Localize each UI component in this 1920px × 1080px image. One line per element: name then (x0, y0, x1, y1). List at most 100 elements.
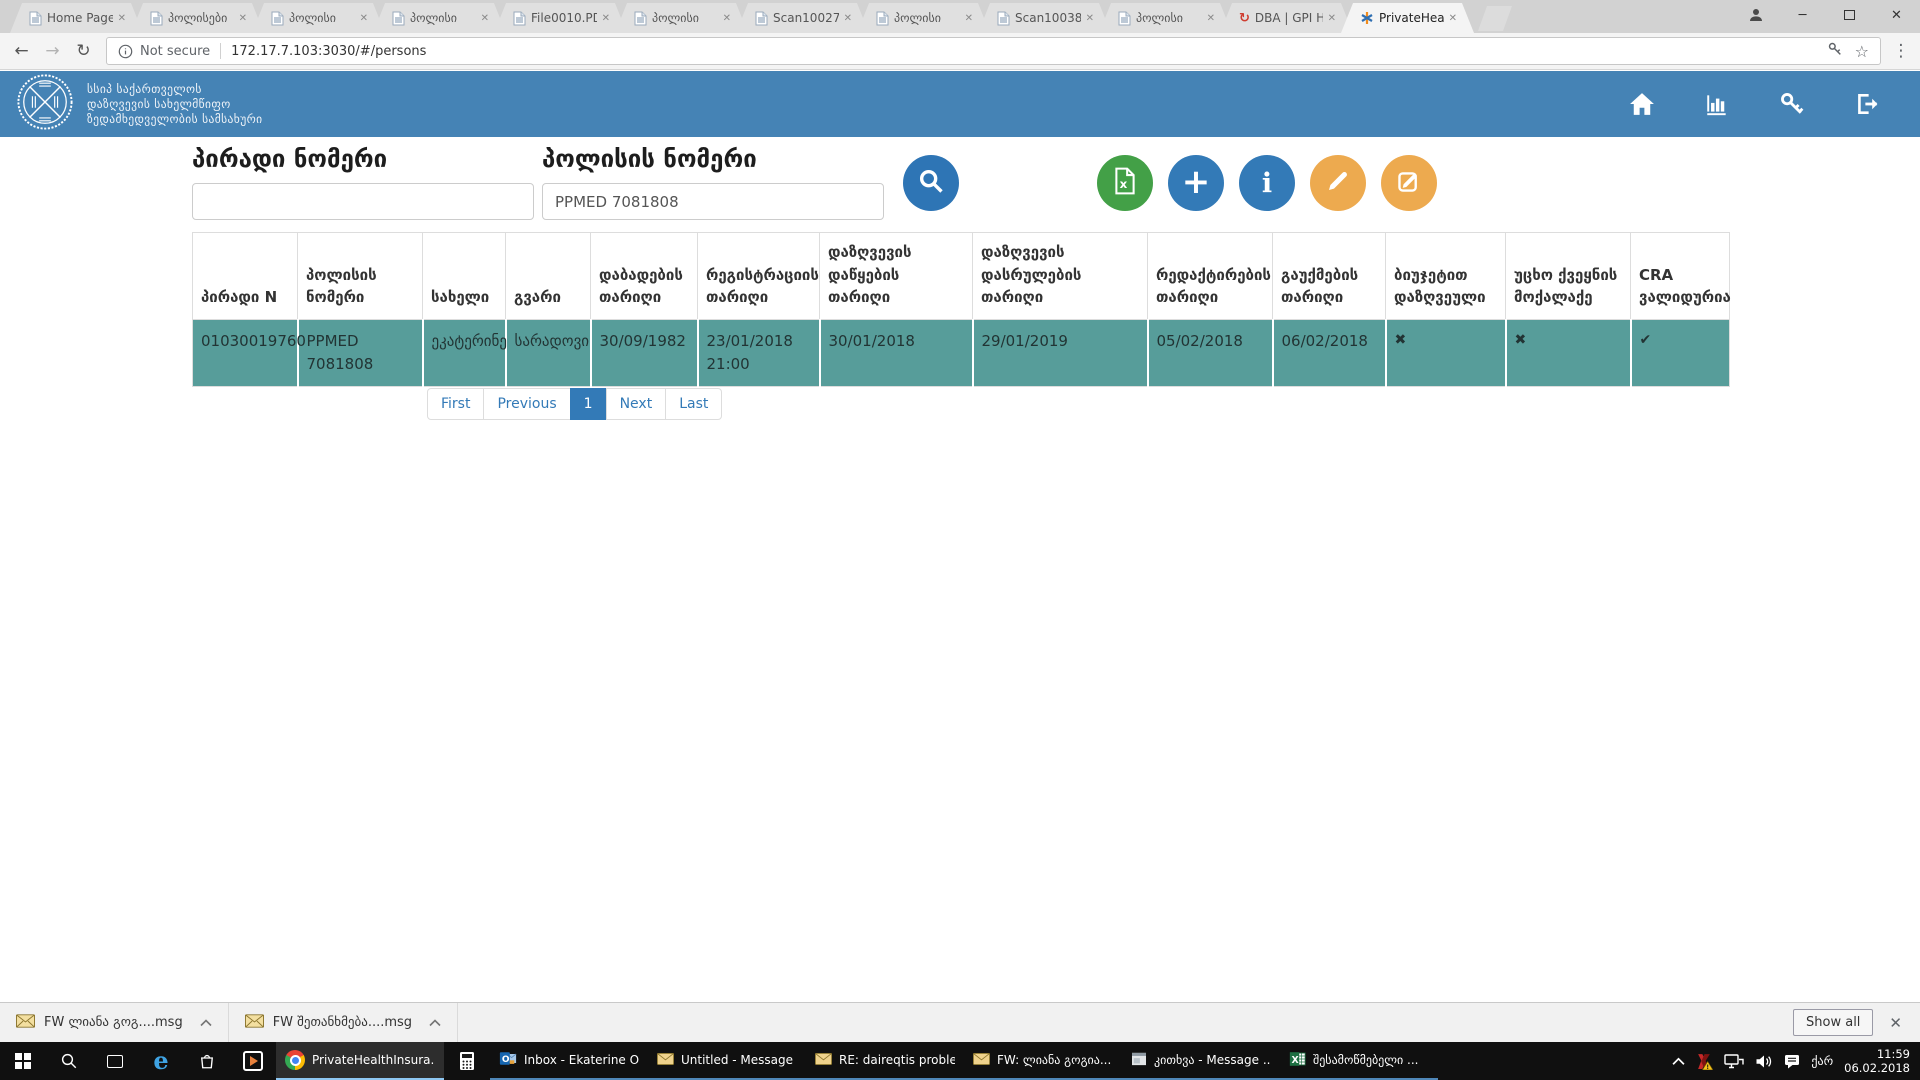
browser-tab[interactable]: ↻ DBA | GPI Hold ✕ (1220, 3, 1353, 33)
back-button[interactable]: ← (6, 41, 37, 61)
personal-number-input[interactable] (192, 183, 534, 220)
tab-close-icon[interactable]: ✕ (481, 13, 489, 24)
home-icon[interactable] (1629, 92, 1655, 116)
table-header-cell: დაზღვევის დაწყების თარიღი (820, 233, 973, 320)
tab-close-icon[interactable]: ✕ (360, 13, 368, 24)
message-taskbar-button[interactable]: RE: daireqtis proble... (806, 1042, 964, 1080)
taskbar-app-label: PrivateHealthInsura... (312, 1053, 435, 1067)
edge-button[interactable]: e (138, 1042, 184, 1080)
sign-out-icon[interactable] (1854, 91, 1880, 117)
browser-tab[interactable]: პოლისი ✕ (615, 3, 748, 33)
browser-tab[interactable]: პოლისები ✕ (131, 3, 264, 33)
browser-tab[interactable]: Home Page ✕ (10, 3, 143, 33)
taskbar-search-button[interactable] (46, 1042, 92, 1080)
header-key-icon[interactable] (1779, 91, 1805, 117)
tab-close-icon[interactable]: ✕ (723, 13, 731, 24)
download-item[interactable]: FW შეთანხმება....msg (229, 1003, 457, 1042)
forward-button[interactable]: → (37, 41, 68, 61)
clock[interactable]: 11:59 06.02.2018 (1844, 1047, 1910, 1075)
tab-title: პოლისი (410, 11, 476, 25)
store-button[interactable] (184, 1042, 230, 1080)
volume-tray-icon[interactable] (1755, 1054, 1773, 1069)
message-taskbar-button[interactable]: Untitled - Message ... (648, 1042, 806, 1080)
maximize-button[interactable] (1826, 0, 1873, 30)
movies-tv-button[interactable] (230, 1042, 276, 1080)
info-button[interactable]: i (1239, 155, 1295, 211)
downloads-close-icon[interactable]: ✕ (1889, 1014, 1902, 1032)
profile-icon[interactable] (1732, 0, 1779, 30)
edit-button[interactable] (1310, 155, 1366, 211)
bar-chart-icon[interactable] (1704, 91, 1730, 117)
tray-expand-icon[interactable] (1672, 1057, 1685, 1066)
browser-tab[interactable]: პოლისი ✕ (252, 3, 385, 33)
export-excel-button[interactable]: x (1097, 155, 1153, 211)
policy-number-input[interactable] (542, 183, 884, 220)
message-taskbar-button[interactable]: FW: ლიანა გოგია... (964, 1042, 1122, 1080)
browser-tab[interactable]: პოლისი ✕ (1099, 3, 1232, 33)
browser-menu-icon[interactable]: ⋮ (1888, 41, 1914, 61)
add-button[interactable]: + (1168, 155, 1224, 211)
excel-taskbar-button[interactable]: X შესამოწმებელი ... (1280, 1042, 1438, 1080)
show-all-button[interactable]: Show all (1793, 1009, 1873, 1036)
browser-tab-active[interactable]: PrivateHealthI ✕ (1341, 3, 1474, 33)
browser-tab[interactable]: პოლისი ✕ (857, 3, 990, 33)
bookmark-star-icon[interactable]: ☆ (1855, 42, 1869, 61)
download-item[interactable]: FW ლიანა გოგ....msg (0, 1003, 228, 1042)
browser-tab[interactable]: Scan10038.JPG ✕ (978, 3, 1111, 33)
address-bar[interactable]: Not secure 172.17.7.103:3030/#/persons ☆ (106, 37, 1881, 65)
message-taskbar-button[interactable]: კითხვა - Message ... (1122, 1042, 1280, 1080)
taskbar: e PrivateHealthInsura... O Inbox - Ekate… (0, 1042, 1920, 1080)
table-header-cell: დაზღვევის დასრულების თარიღი (973, 233, 1148, 320)
page-favicon-icon (1118, 11, 1131, 26)
windows-icon (15, 1053, 31, 1069)
start-button[interactable] (0, 1042, 46, 1080)
tab-close-icon[interactable]: ✕ (844, 13, 852, 24)
tab-close-icon[interactable]: ✕ (239, 13, 247, 24)
language-indicator[interactable]: ქარ (1811, 1054, 1833, 1068)
envelope-icon (245, 1014, 264, 1032)
refresh-button[interactable]: ↻ (68, 41, 99, 61)
system-tray: ! ქარ 11:59 06.02.2018 (1672, 1042, 1920, 1080)
tab-close-icon[interactable]: ✕ (118, 13, 126, 24)
network-tray-icon[interactable] (1724, 1054, 1744, 1069)
outlook-taskbar-button[interactable]: O Inbox - Ekaterine O... (490, 1042, 648, 1080)
minimize-button[interactable]: ─ (1779, 0, 1826, 30)
chevron-up-icon[interactable] (429, 1019, 441, 1027)
browser-tab[interactable]: პოლისი ✕ (373, 3, 506, 33)
chat-tray-icon[interactable] (1784, 1054, 1800, 1069)
page-number-button[interactable]: 1 (570, 388, 607, 420)
taskbar-app-label: RE: daireqtis proble... (839, 1053, 955, 1067)
task-view-button[interactable] (92, 1042, 138, 1080)
browser-tab[interactable]: Scan10027.JPG ✕ (736, 3, 869, 33)
table-row[interactable]: 01030019760 PPMED 7081808 ეკატერინე სარა… (193, 319, 1730, 387)
password-key-icon[interactable] (1827, 41, 1843, 61)
new-tab-button[interactable] (1478, 6, 1512, 31)
taskbar-app-label: შესამოწმებელი ... (1313, 1053, 1429, 1067)
tab-close-icon[interactable]: ✕ (1086, 13, 1094, 24)
window-icon (1131, 1052, 1147, 1069)
antivirus-tray-icon[interactable]: ! (1696, 1053, 1713, 1070)
tab-close-icon[interactable]: ✕ (1449, 13, 1457, 24)
info-icon[interactable] (118, 44, 133, 59)
tab-close-icon[interactable]: ✕ (1207, 13, 1215, 24)
chrome-taskbar-button[interactable]: PrivateHealthInsura... (276, 1042, 444, 1080)
omnibox-divider (220, 43, 221, 59)
search-button[interactable] (903, 155, 959, 211)
calculator-button[interactable] (444, 1042, 490, 1080)
tab-close-icon[interactable]: ✕ (1328, 13, 1336, 24)
page-next-button[interactable]: Next (606, 388, 667, 420)
chevron-up-icon[interactable] (200, 1019, 212, 1027)
search-icon (917, 167, 945, 199)
taskbar-app-label: FW: ლიანა გოგია... (997, 1053, 1113, 1067)
page-previous-button[interactable]: Previous (483, 388, 570, 420)
tab-close-icon[interactable]: ✕ (965, 13, 973, 24)
register-edit-button[interactable] (1381, 155, 1437, 211)
download-file-name: FW ლიანა გოგ....msg (44, 1015, 183, 1030)
table-cell: 06/02/2018 (1273, 319, 1386, 387)
browser-tab[interactable]: File0010.PDF ✕ (494, 3, 627, 33)
tab-close-icon[interactable]: ✕ (602, 13, 610, 24)
page-last-button[interactable]: Last (665, 388, 722, 420)
url-text: 172.17.7.103:3030/#/persons (231, 44, 426, 59)
close-button[interactable]: ✕ (1873, 0, 1920, 30)
page-first-button[interactable]: First (427, 388, 484, 420)
